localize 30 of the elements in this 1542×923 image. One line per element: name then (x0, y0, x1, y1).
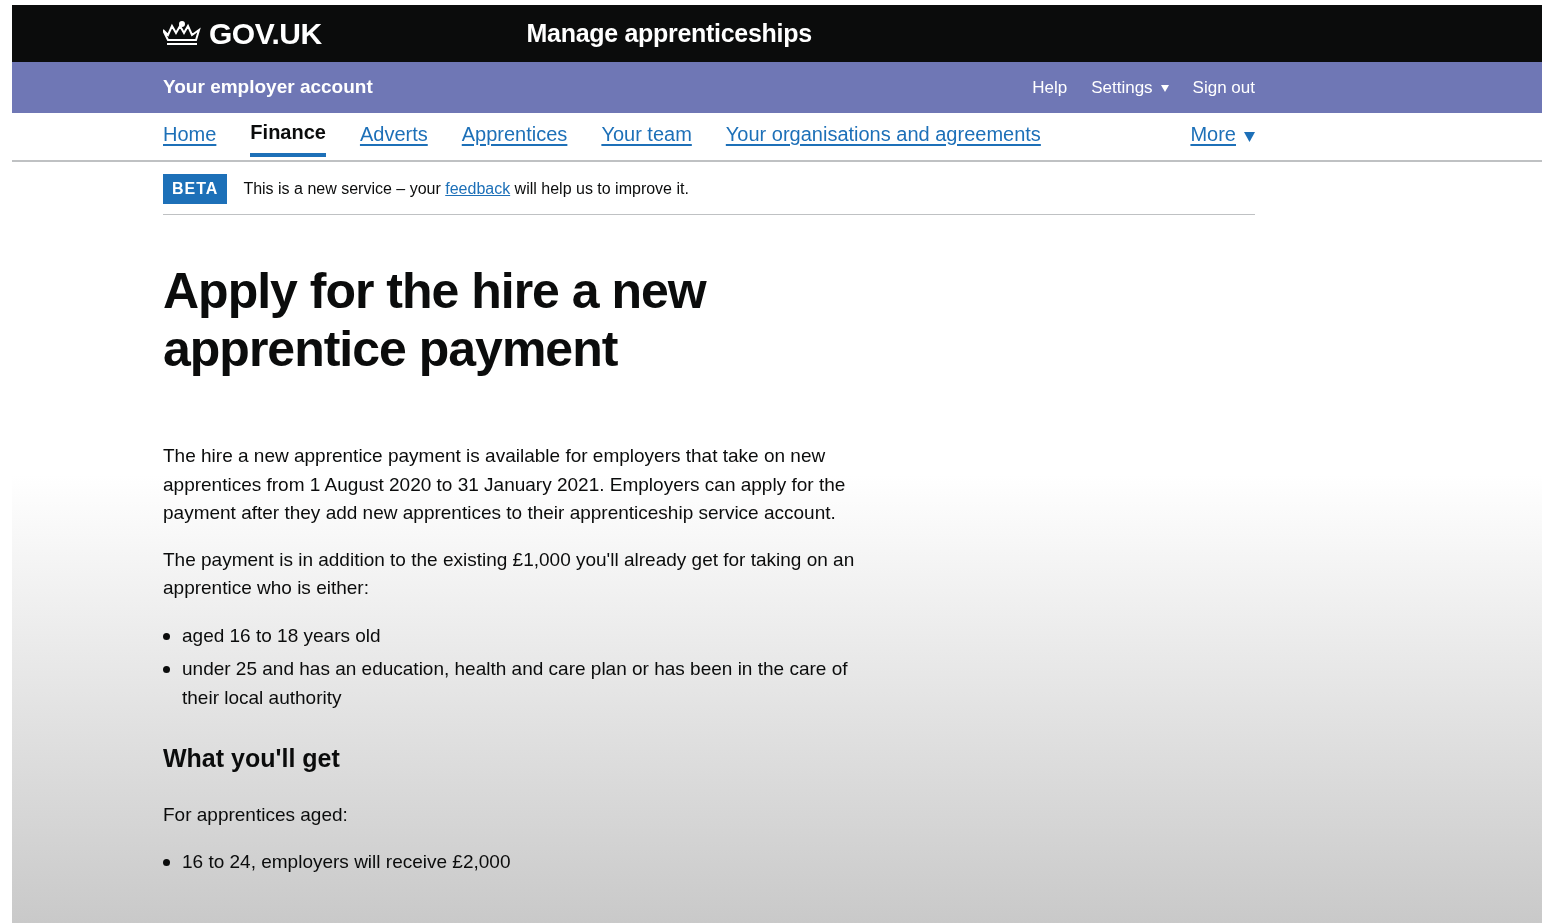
service-name: Manage apprenticeships (526, 17, 812, 49)
page-title: Apply for the hire a new apprentice payment (163, 263, 708, 378)
account-title: Your employer account (163, 75, 373, 100)
nav-tab[interactable]: Your team (601, 118, 692, 155)
bullet-item: under 25 and has an education, health and care plan or has been in the care of their local authority (182, 656, 849, 711)
account-link[interactable]: Sign out (1192, 74, 1255, 101)
body-paragraph: The payment is in addition to the existing £1,000 you'll already get for taking on an apprentice who is either: (163, 547, 856, 600)
section-heading: What you'll get (163, 742, 341, 773)
nav-tab[interactable]: Finance (250, 116, 326, 157)
bullet-icon (163, 632, 170, 640)
settings-dropdown[interactable]: Settings (1091, 74, 1169, 101)
crown-icon (163, 19, 201, 48)
nav-tab[interactable]: Apprentices (461, 118, 568, 155)
nav-tab[interactable]: Home (163, 118, 217, 155)
account-link[interactable]: Help (1032, 74, 1068, 101)
body-paragraph: For apprentices aged: (163, 802, 349, 827)
bullet-icon (163, 859, 170, 867)
logo-link[interactable]: GOV.UK (163, 11, 322, 56)
bullet-icon (163, 665, 170, 673)
body-paragraph: The hire a new apprentice payment is available for employers that take on new apprentices from 1 August 2020 to 31 January 2021. Employers can apply for the payment after they add new apprentices to their apprenticeship service account. (163, 444, 847, 525)
nav-tab[interactable]: Adverts (359, 118, 428, 155)
more-menu[interactable]: More (1190, 118, 1236, 155)
feedback-link[interactable]: feedback (445, 180, 511, 197)
nav-tab[interactable]: Your organisations and agreements (725, 118, 1041, 155)
beta-tag: BETA (163, 174, 228, 204)
caret-icon (1160, 84, 1169, 92)
caret-icon (1244, 131, 1255, 142)
bullet-item: aged 16 to 18 years old (182, 623, 381, 648)
beta-message: This is a new service – your feedback will help us to improve it. (243, 179, 689, 199)
bullet-item: 16 to 24, employers will receive £2,000 (182, 850, 511, 875)
